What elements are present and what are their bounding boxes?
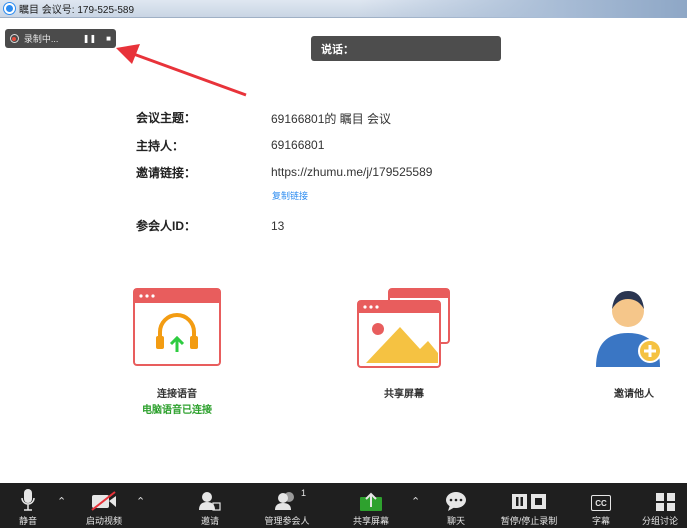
add-person-icon <box>199 492 221 511</box>
headphones-window-icon <box>133 288 221 366</box>
invite-link-label: 邀请链接： <box>136 166 197 180</box>
window-title: 瞩目 会议号: 179-525-589 <box>19 5 135 16</box>
video-options-chevron-icon[interactable]: ⌃ <box>136 495 145 508</box>
share-screen-toolbar-label: 共享屏幕 <box>352 516 389 526</box>
audio-options-chevron-icon[interactable]: ⌃ <box>57 495 66 508</box>
manage-participants-button[interactable]: 管理参会人 <box>256 483 318 528</box>
participants-icon <box>275 492 294 510</box>
pause-stop-icon <box>512 494 546 509</box>
annotation-arrow-icon <box>116 44 247 97</box>
grid-icon <box>656 493 675 511</box>
copy-link-button[interactable]: 复制链接 <box>272 189 308 202</box>
speaking-indicator: 说话： <box>311 36 501 61</box>
share-screen-button[interactable]: 共享屏幕 <box>346 483 396 528</box>
share-options-chevron-icon[interactable]: ⌃ <box>411 495 420 508</box>
captions-label: 字幕 <box>591 516 610 526</box>
pause-recording-button[interactable]: ❚❚ <box>83 34 96 43</box>
breakout-rooms-label: 分组讨论 <box>642 516 679 526</box>
mute-label: 静音 <box>18 516 37 526</box>
participants-count-badge: 1 <box>301 488 307 498</box>
topic-label: 会议主题： <box>136 111 197 125</box>
window-title-bar: 瞩目 会议号: 179-525-589 <box>0 0 687 18</box>
invite-label: 邀请 <box>200 516 219 526</box>
host-label: 主持人： <box>136 139 185 153</box>
speaking-label: 说话： <box>321 43 354 56</box>
cc-icon: CC <box>591 495 611 511</box>
participant-id-value: 13 <box>271 219 285 233</box>
pause-stop-recording-button[interactable]: 暂停/停止录制 <box>488 483 570 528</box>
share-upload-icon <box>360 492 382 511</box>
captions-button[interactable]: CC 字幕 <box>584 483 618 528</box>
chat-button[interactable]: 聊天 <box>438 483 474 528</box>
app-icon <box>4 3 15 14</box>
video-off-icon <box>91 491 116 511</box>
start-video-label: 启动视频 <box>85 516 122 526</box>
invite-others-label: 邀请他人 <box>614 389 654 400</box>
topic-value: 69166801的 瞩目 会议 <box>271 112 392 126</box>
share-screen-label: 共享屏幕 <box>384 389 424 400</box>
title-bar-gloss <box>357 0 687 18</box>
chat-label: 聊天 <box>446 516 465 526</box>
host-value: 69166801 <box>271 138 325 152</box>
share-screen-icon <box>357 288 450 368</box>
mute-button[interactable]: 静音 <box>8 483 48 528</box>
audio-connected-status: 电脑语音已连接 <box>142 405 212 416</box>
pause-stop-recording-label: 暂停/停止录制 <box>500 516 558 526</box>
meeting-toolbar: 静音 ⌃ 启动视频 ⌃ 邀请 管理参会人 1 共享屏幕 ⌃ 聊天 暂停/停止录制… <box>0 483 687 528</box>
manage-participants-label: 管理参会人 <box>264 516 310 526</box>
participant-id-label: 参会人ID： <box>136 219 197 233</box>
microphone-icon <box>21 489 35 511</box>
recording-status: 录制中... <box>23 34 59 44</box>
invite-person-icon <box>596 291 662 367</box>
breakout-rooms-button[interactable]: 分组讨论 <box>638 483 687 528</box>
invite-button[interactable]: 邀请 <box>190 483 230 528</box>
connect-audio-label: 连接语音 <box>157 389 197 400</box>
invite-link-value[interactable]: https://zhumu.me/j/179525589 <box>271 165 432 179</box>
chat-bubble-icon <box>446 492 466 511</box>
recording-indicator: 录制中... ❚❚ ■ <box>5 29 116 48</box>
start-video-button[interactable]: 启动视频 <box>76 483 132 528</box>
record-dot-icon <box>10 34 19 43</box>
